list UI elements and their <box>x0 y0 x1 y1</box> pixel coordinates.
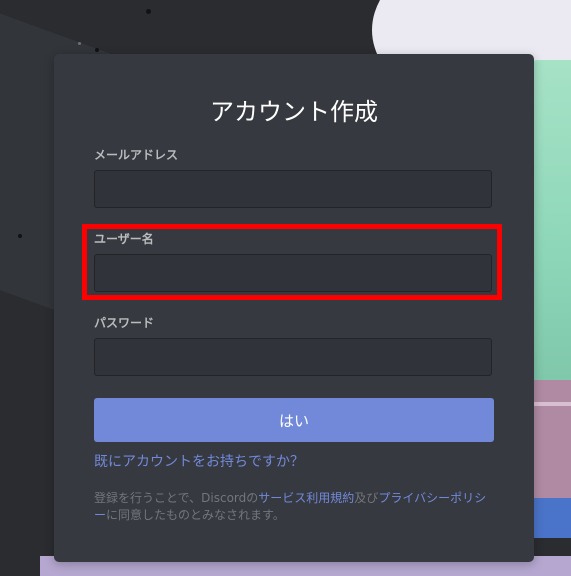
username-label: ユーザー名 <box>94 232 154 246</box>
bg-dot <box>146 9 151 14</box>
username-field[interactable] <box>94 254 492 292</box>
continue-button[interactable]: はい <box>94 398 494 442</box>
register-card: アカウント作成 メールアドレス ユーザー名 パスワード はい 既にアカウントをお… <box>54 54 534 562</box>
terms-of-service-link[interactable]: サービス利用規約 <box>258 491 354 505</box>
login-link[interactable]: 既にアカウントをお持ちですか？ <box>94 451 304 471</box>
bg-dot <box>95 48 99 52</box>
terms-suffix: に同意したものとみなされます。 <box>106 508 285 522</box>
page-title: アカウント作成 <box>210 98 378 126</box>
email-field[interactable] <box>94 170 492 208</box>
terms-text: 登録を行うことで、Discordのサービス利用規約及びプライバシーポリシーに同意… <box>94 490 494 524</box>
terms-and: 及び <box>354 491 379 505</box>
terms-prefix: 登録を行うことで、Discordの <box>94 491 259 505</box>
password-field[interactable] <box>94 338 492 376</box>
email-label: メールアドレス <box>94 148 179 162</box>
bg-dot <box>18 234 22 238</box>
bg-dot <box>78 42 81 45</box>
password-label: パスワード <box>94 316 155 330</box>
